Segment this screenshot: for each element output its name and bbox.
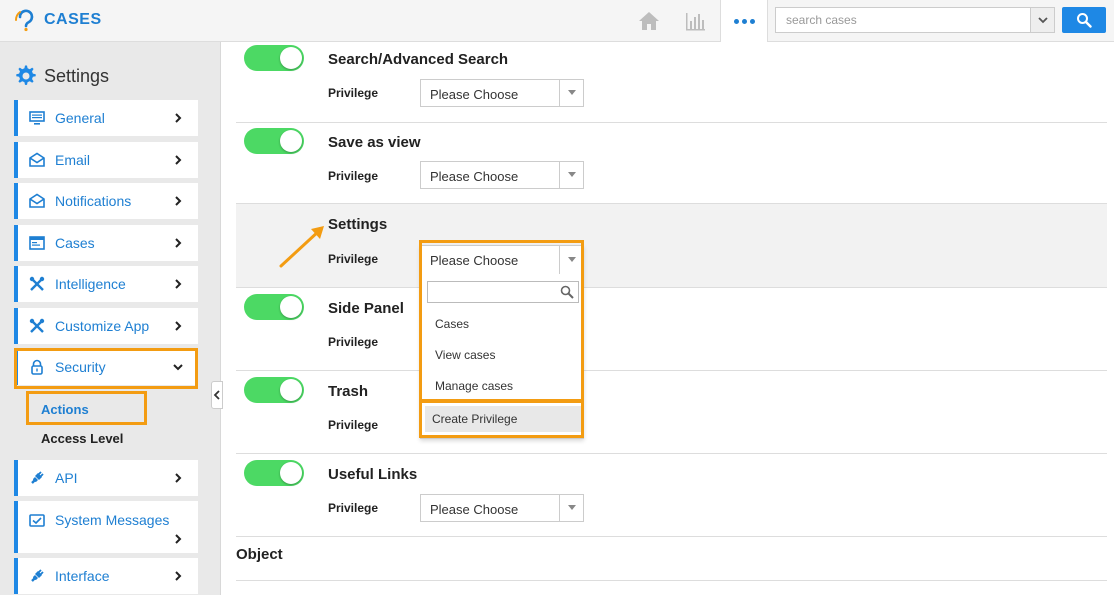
select-value: Please Choose bbox=[430, 87, 519, 102]
sidebar-item-notifications[interactable]: Notifications bbox=[14, 183, 198, 219]
row-title: Side Panel bbox=[328, 300, 404, 317]
sidebar-item-cases[interactable]: Cases bbox=[14, 225, 198, 261]
sidebar-item-email[interactable]: Email bbox=[14, 142, 198, 178]
row-title: Useful Links bbox=[328, 466, 418, 483]
sidebar-item-label: Intelligence bbox=[55, 276, 126, 292]
more-button[interactable] bbox=[720, 0, 768, 42]
search-button[interactable] bbox=[1062, 7, 1106, 33]
search-box bbox=[775, 7, 1055, 33]
search-scope-dropdown[interactable] bbox=[1030, 8, 1054, 32]
monitor-icon bbox=[28, 109, 46, 127]
select-arrow bbox=[559, 495, 583, 521]
chevron-right-icon bbox=[175, 196, 182, 206]
action-row: Side Panel Privilege bbox=[236, 288, 1107, 371]
message-icon bbox=[28, 512, 46, 530]
envelope-icon bbox=[28, 192, 46, 210]
chevron-down-icon bbox=[1037, 17, 1048, 24]
sidebar-item-label: Cases bbox=[55, 235, 95, 251]
sidebar-item-customize-app[interactable]: Customize App bbox=[14, 308, 198, 344]
sidebar-item-system-messages[interactable]: System Messages bbox=[14, 501, 198, 553]
app-name: CASES bbox=[44, 11, 102, 28]
sidebar-item-label: System Messages bbox=[55, 512, 170, 528]
row-title: Search/Advanced Search bbox=[328, 51, 509, 68]
privilege-label: Privilege bbox=[328, 252, 379, 266]
sidebar-item-api[interactable]: API bbox=[14, 460, 198, 496]
sidebar-title: Settings bbox=[14, 64, 109, 88]
search-icon bbox=[1077, 13, 1092, 28]
caret-down-icon bbox=[567, 90, 576, 95]
toggle-switch[interactable] bbox=[244, 45, 304, 71]
chevron-right-icon bbox=[175, 279, 182, 289]
tools-icon bbox=[28, 317, 46, 335]
privilege-label: Privilege bbox=[328, 418, 379, 432]
top-bar: CASES bbox=[0, 0, 1114, 42]
action-row: Search/Advanced Search Privilege Please … bbox=[236, 42, 1107, 123]
search-input[interactable] bbox=[776, 8, 1030, 32]
select-value: Please Choose bbox=[430, 169, 519, 184]
chevron-right-icon bbox=[175, 238, 182, 248]
chevron-right-icon bbox=[175, 534, 182, 544]
security-highlight bbox=[14, 348, 198, 389]
divider bbox=[236, 580, 1107, 581]
privilege-label: Privilege bbox=[328, 501, 379, 515]
row-title: Save as view bbox=[328, 134, 421, 151]
caret-down-icon bbox=[567, 505, 576, 510]
actions-highlight bbox=[26, 391, 147, 425]
plug-icon bbox=[28, 567, 46, 585]
privilege-label: Privilege bbox=[328, 169, 379, 183]
chevron-right-icon bbox=[175, 473, 182, 483]
sidebar-item-label: Email bbox=[55, 152, 91, 168]
dropdown-highlight bbox=[419, 240, 584, 402]
sidebar-item-interface[interactable]: Interface bbox=[14, 558, 198, 594]
arrow-pointer-icon bbox=[279, 226, 324, 268]
chevron-right-icon bbox=[175, 321, 182, 331]
toggle-switch[interactable] bbox=[244, 294, 304, 320]
action-row: Save as view Privilege Please Choose bbox=[236, 123, 1107, 204]
plug-icon bbox=[28, 469, 46, 487]
chevron-right-icon bbox=[175, 155, 182, 165]
envelope-icon bbox=[28, 151, 46, 169]
sidebar-item-label: Notifications bbox=[55, 193, 132, 209]
select-arrow bbox=[559, 162, 583, 188]
caret-down-icon bbox=[567, 172, 576, 177]
object-section-title: Object bbox=[236, 546, 283, 563]
privilege-select[interactable]: Please Choose bbox=[420, 161, 584, 189]
app-logo[interactable]: CASES bbox=[14, 8, 102, 32]
window-icon bbox=[28, 234, 46, 252]
chevron-right-icon bbox=[175, 113, 182, 123]
row-title: Trash bbox=[328, 383, 369, 400]
select-value: Please Choose bbox=[430, 502, 519, 517]
toggle-switch[interactable] bbox=[244, 128, 304, 154]
privilege-label: Privilege bbox=[328, 335, 379, 349]
action-row: Useful Links Privilege Please Choose bbox=[236, 454, 1107, 537]
gear-icon bbox=[16, 65, 36, 85]
more-icon bbox=[733, 18, 755, 24]
toggle-switch[interactable] bbox=[244, 377, 304, 403]
select-arrow bbox=[559, 80, 583, 106]
sidebar-item-label: Customize App bbox=[55, 318, 150, 334]
chart-icon[interactable] bbox=[683, 9, 707, 33]
create-privilege-highlight bbox=[419, 400, 584, 438]
sidebar-item-intelligence[interactable]: Intelligence bbox=[14, 266, 198, 302]
chevron-right-icon bbox=[175, 571, 182, 581]
privilege-select[interactable]: Please Choose bbox=[420, 494, 584, 522]
action-row: Trash Privilege bbox=[236, 371, 1107, 454]
chevron-left-icon bbox=[213, 390, 220, 400]
sidebar-collapse-toggle[interactable] bbox=[211, 381, 223, 409]
sidebar-item-label: API bbox=[55, 470, 78, 486]
toggle-switch[interactable] bbox=[244, 460, 304, 486]
sidebar-item-label: General bbox=[55, 110, 105, 126]
sidebar-subitem-access-level[interactable]: Access Level bbox=[41, 431, 123, 446]
tools-icon bbox=[28, 275, 46, 293]
row-title: Settings bbox=[328, 216, 388, 233]
logo-icon bbox=[15, 9, 34, 32]
sidebar-item-label: Interface bbox=[55, 568, 110, 584]
home-icon[interactable] bbox=[637, 9, 661, 33]
privilege-select[interactable]: Please Choose bbox=[420, 79, 584, 107]
sidebar-item-general[interactable]: General bbox=[14, 100, 198, 136]
action-row: Settings Privilege bbox=[236, 204, 1107, 288]
privilege-label: Privilege bbox=[328, 86, 379, 100]
sidebar: Settings General Email Notifications Cas… bbox=[0, 42, 221, 595]
settings-heading: Settings bbox=[44, 65, 110, 86]
